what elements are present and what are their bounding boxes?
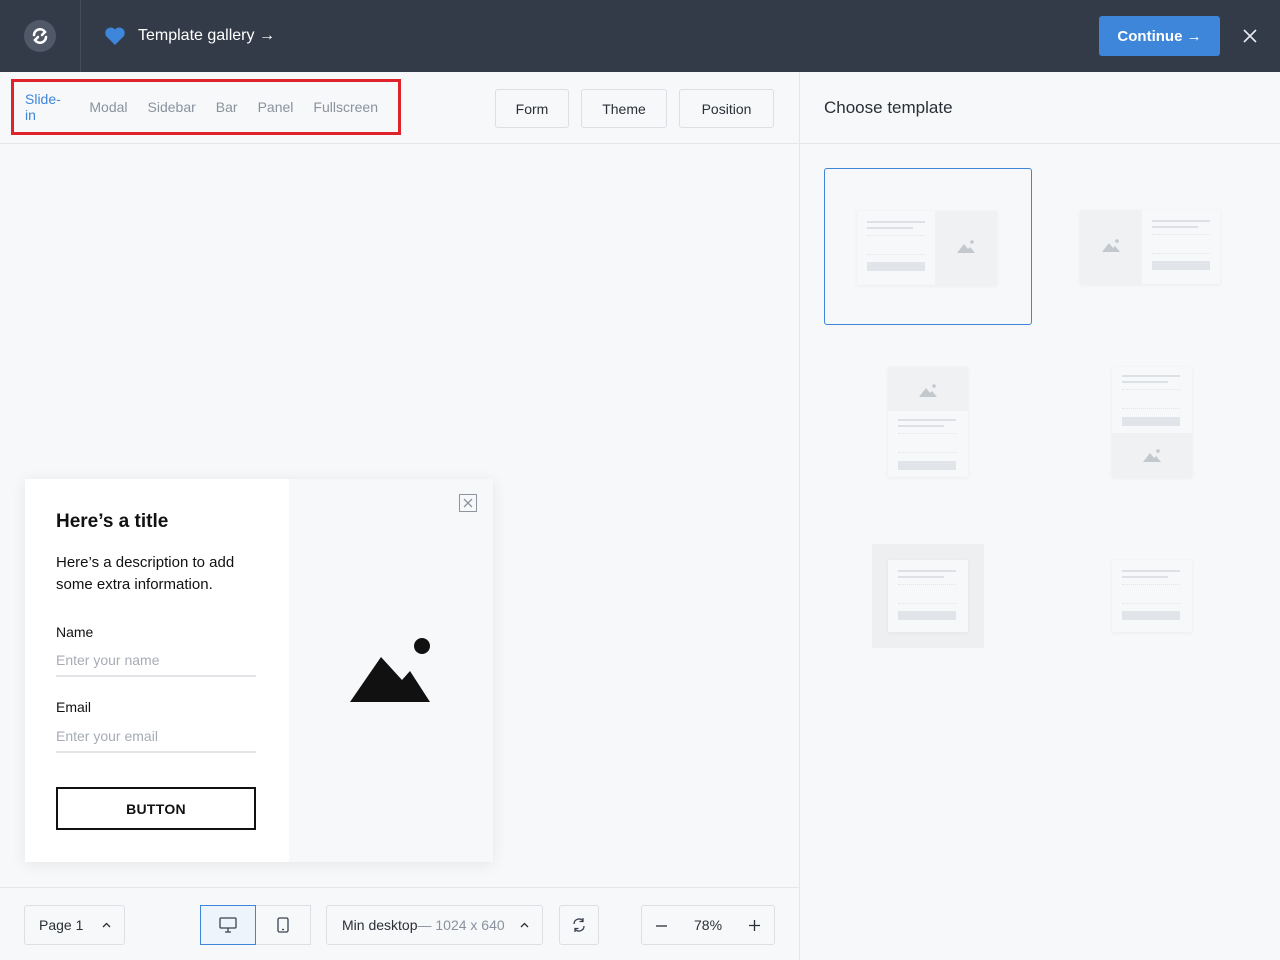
mobile-icon [277,917,289,933]
page-label: Page 1 [39,917,84,933]
desktop-view-button[interactable] [200,905,256,945]
popup-close-icon[interactable] [459,494,477,512]
template-panel-header: Choose template [800,72,1280,144]
zoom-out-icon[interactable] [656,925,667,927]
template-card-text-only[interactable] [1048,514,1256,671]
viewport-size: — 1024 x 640 [417,917,505,933]
theme-button[interactable]: Theme [581,89,667,128]
mobile-view-button[interactable] [255,905,311,945]
template-gallery-link[interactable]: Template gallery → [138,26,275,46]
desktop-icon [219,917,237,933]
tab-slide-in[interactable]: Slide-in [25,91,69,123]
email-input[interactable] [56,721,256,753]
tab-fullscreen[interactable]: Fullscreen [313,99,378,115]
continue-button[interactable]: Continue → [1099,16,1220,56]
template-panel: Choose template [800,72,1280,960]
chevron-up-icon [520,922,529,928]
template-card-image-bottom[interactable] [1048,341,1256,498]
zoom-control: 78% [641,905,775,945]
topbar-divider [80,0,81,72]
chevron-up-icon [102,922,111,928]
page-selector[interactable]: Page 1 [24,905,125,945]
tab-modal[interactable]: Modal [89,99,127,115]
refresh-button[interactable] [559,905,599,945]
editor-bottom-bar: Page 1 Min desktop — 1024 x 640 78% [0,887,799,960]
template-thumbnail [888,560,968,632]
zoom-level: 78% [694,917,723,933]
position-button[interactable]: Position [679,89,774,128]
template-thumbnail [1080,210,1220,284]
template-thumbnail [888,367,968,477]
tab-sidebar[interactable]: Sidebar [148,99,196,115]
template-thumbnail [1112,367,1192,477]
popup-content: Here’s a title Here’s a description to a… [25,479,289,862]
template-card-text-left[interactable] [824,168,1032,325]
tab-panel[interactable]: Panel [258,99,294,115]
app-logo-icon[interactable] [24,20,56,52]
image-placeholder-icon [350,638,430,702]
popup-submit-button[interactable]: BUTTON [56,787,256,830]
template-card-image-top[interactable] [824,341,1032,498]
choose-template-title: Choose template [824,98,953,117]
template-card-background-image[interactable] [824,514,1032,671]
popup-title[interactable]: Here’s a title [56,510,289,534]
close-icon[interactable] [1240,26,1260,46]
top-bar: Template gallery → Continue → [0,0,1280,72]
device-toggle [200,905,311,945]
template-thumbnail [1112,560,1192,632]
template-thumbnail [857,211,997,285]
name-input[interactable] [56,645,256,677]
refresh-icon [573,918,585,932]
popup-type-tabs: Slide-in Modal Sidebar Bar Panel Fullscr… [11,79,401,135]
tab-bar[interactable]: Bar [216,99,238,115]
viewport-selector[interactable]: Min desktop — 1024 x 640 [326,905,543,945]
popup-description[interactable]: Here’s a description to add some extra i… [56,552,261,596]
name-label: Name [56,624,94,640]
editor-toolbar: Slide-in Modal Sidebar Bar Panel Fullscr… [0,72,799,144]
template-card-image-left[interactable] [1048,168,1256,325]
slide-in-popup-preview: Here’s a title Here’s a description to a… [25,479,493,862]
form-button[interactable]: Form [495,89,569,128]
email-label: Email [56,699,92,715]
viewport-label: Min desktop [342,917,418,933]
zoom-in-icon[interactable] [749,920,760,931]
popup-image-area[interactable] [289,479,493,862]
heart-icon [105,27,125,45]
